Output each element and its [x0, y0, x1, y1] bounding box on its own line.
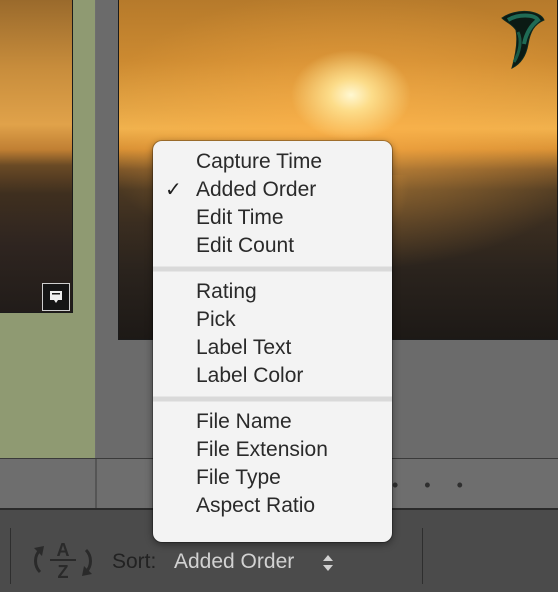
menu-item[interactable]: Edit Time [153, 204, 392, 232]
menu-item-label: Capture Time [196, 150, 323, 173]
toolbar-separator [10, 528, 11, 584]
comment-icon[interactable] [42, 283, 70, 311]
dots-icon: ••• [392, 475, 489, 495]
menu-item[interactable]: Label Text [153, 334, 392, 362]
checkmark-icon: ✓ [165, 179, 182, 201]
grid-cell-selected[interactable] [0, 0, 95, 458]
menu-item[interactable]: Label Color [153, 362, 392, 390]
menu-item-label: Pick [196, 308, 236, 331]
kite-icon [501, 11, 545, 69]
menu-item[interactable]: Edit Count [153, 232, 392, 260]
menu-item[interactable]: File Type [153, 464, 392, 492]
menu-item-label: Edit Time [196, 206, 284, 229]
updown-arrows-icon[interactable] [322, 554, 334, 572]
menu-item[interactable]: Pick [153, 306, 392, 334]
sort-label: Sort: [112, 550, 157, 573]
menu-item[interactable]: File Extension [153, 436, 392, 464]
menu-item-label: Rating [196, 280, 257, 303]
sort-dropdown[interactable]: Added Order [174, 550, 294, 574]
menu-item-label: Aspect Ratio [196, 494, 316, 517]
photo-thumbnail[interactable] [0, 0, 73, 313]
menu-item[interactable]: File Name [153, 408, 392, 436]
menu-item-label: File Name [196, 410, 292, 433]
menu-item[interactable]: Aspect Ratio [153, 492, 392, 520]
menu-item-label: File Extension [196, 438, 328, 461]
menu-item-label: Added Order [196, 178, 317, 201]
sort-az-icon[interactable]: A Z [30, 536, 96, 584]
menu-item[interactable]: Capture Time [153, 148, 392, 176]
menu-item[interactable]: ✓ Added Order [153, 176, 392, 204]
menu-separator [153, 266, 392, 272]
menu-item-label: Label Color [196, 364, 304, 387]
svg-text:A: A [57, 540, 70, 560]
menu-separator [153, 396, 392, 402]
menu-item-label: File Type [196, 466, 281, 489]
menu-item[interactable]: Rating [153, 278, 392, 306]
sort-menu: Capture Time ✓ Added Order Edit Time Edit Co… [153, 141, 392, 542]
menu-item-label: Label Text [196, 336, 292, 359]
menu-item-label: Edit Count [196, 234, 295, 257]
toolbar-separator [422, 528, 423, 584]
svg-text:Z: Z [58, 562, 69, 582]
strip-divider [95, 459, 97, 509]
